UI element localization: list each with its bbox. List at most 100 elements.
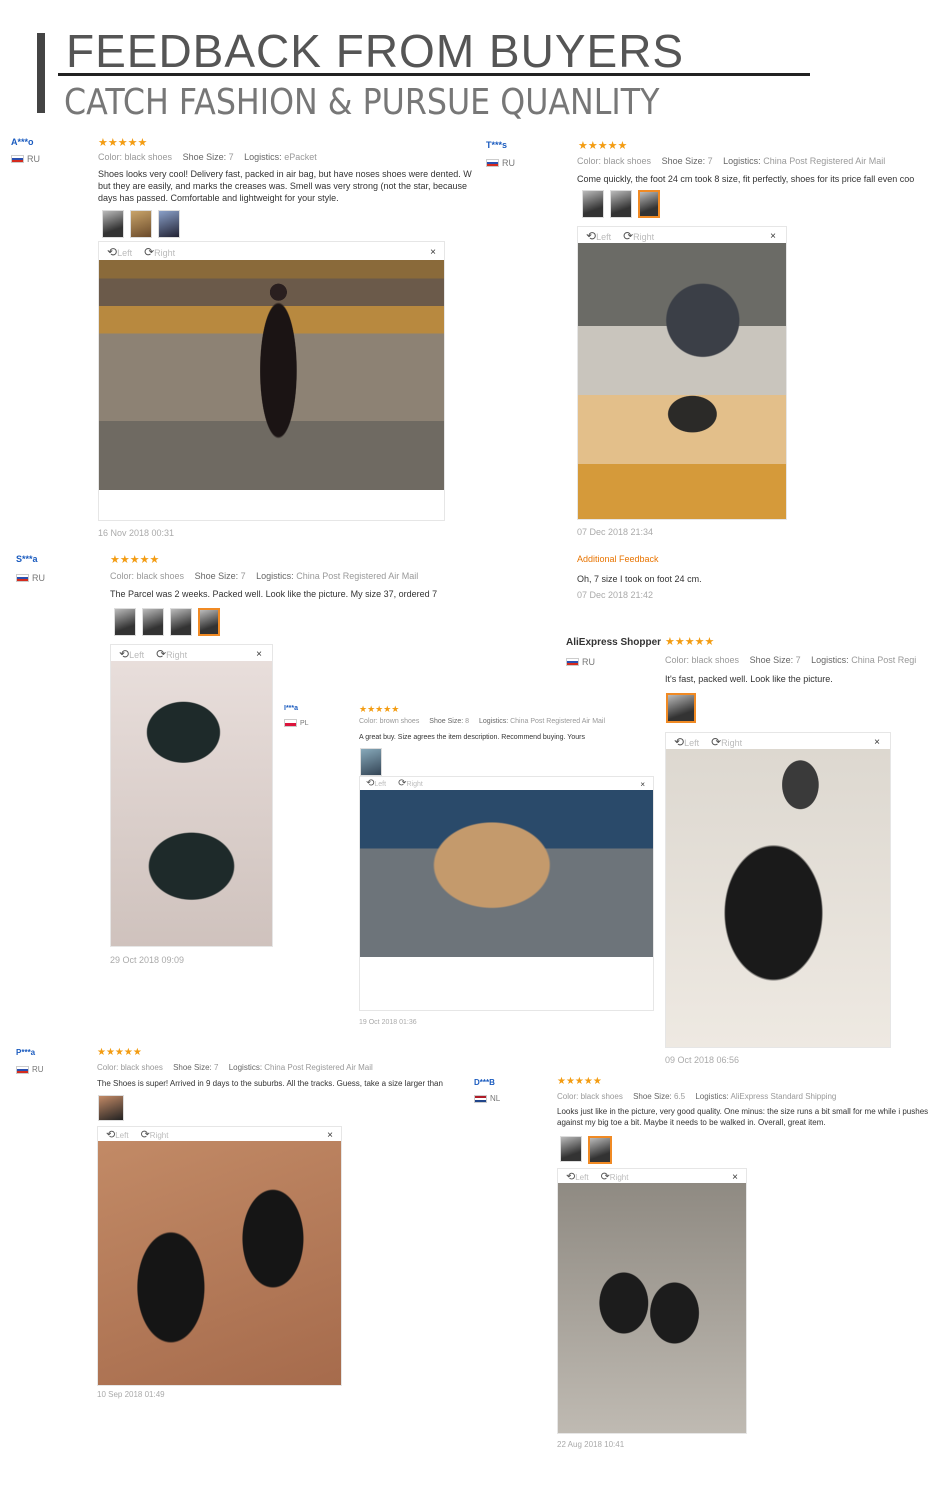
additional-feedback-label: Additional Feedback	[577, 554, 659, 564]
review-photo[interactable]	[98, 1141, 341, 1385]
review-date: 09 Oct 2018 06:56	[665, 1055, 740, 1065]
reviewer-name: D***B	[474, 1078, 495, 1087]
close-icon[interactable]: ×	[327, 1130, 333, 1141]
thumbnail[interactable]	[170, 608, 192, 636]
thumbnail-strip	[582, 190, 660, 218]
thumbnail-selected[interactable]	[198, 608, 220, 636]
rotate-left-button[interactable]: ⟲Left	[107, 245, 132, 259]
flag-ru-icon	[486, 159, 499, 167]
photo-viewer: ⟲Left ⟳Right ×	[110, 644, 273, 947]
photo-viewer: ⟲Left ⟳Right ×	[557, 1168, 747, 1434]
rotate-left-icon: ⟲	[674, 735, 685, 749]
close-icon[interactable]: ×	[256, 649, 262, 660]
rotate-right-button[interactable]: ⟳Right	[623, 229, 654, 243]
thumbnail[interactable]	[560, 1136, 582, 1162]
star-rating: ★★★★★	[359, 704, 400, 714]
rotate-right-button[interactable]: ⟳Right	[711, 735, 742, 749]
review-photo[interactable]	[360, 790, 653, 957]
thumbnail[interactable]	[360, 748, 382, 776]
reviewer-country: RU	[11, 154, 40, 164]
thumbnail[interactable]	[114, 608, 136, 636]
rotate-right-icon: ⟳	[711, 735, 722, 749]
rotate-left-button[interactable]: ⟲Left	[566, 1170, 589, 1183]
thumbnail-selected[interactable]	[638, 190, 660, 218]
rotate-controls: ⟲Left ⟳Right	[119, 647, 187, 661]
thumbnail[interactable]	[130, 210, 152, 238]
rotate-right-button[interactable]: ⟳Right	[144, 245, 175, 259]
rotate-right-icon: ⟳	[140, 1129, 150, 1141]
rotate-left-button[interactable]: ⟲Left	[106, 1128, 129, 1141]
review-date: 19 Oct 2018 01:36	[359, 1019, 417, 1026]
rotate-right-button[interactable]: ⟳Right	[601, 1170, 629, 1183]
close-icon[interactable]: ×	[640, 780, 645, 789]
flag-ru-icon	[16, 1065, 29, 1074]
rotate-left-icon: ⟲	[107, 245, 118, 259]
flag-ru-icon	[566, 658, 579, 666]
reviewer-country: PL	[284, 719, 309, 727]
reviewer-country: RU	[16, 1065, 44, 1074]
flag-ru-icon	[16, 574, 29, 582]
review-photo[interactable]	[666, 749, 890, 1047]
photo-viewer: ⟲Left ⟳Right ×	[577, 226, 787, 520]
review-photo[interactable]	[99, 260, 444, 490]
review-text: Looks just like in the picture, very goo…	[557, 1107, 929, 1127]
thumbnail[interactable]	[98, 1095, 124, 1121]
review-text: The Shoes is super! Arrived in 9 days to…	[97, 1079, 443, 1088]
review-meta: Color: black shoes Shoe Size: 7 Logistic…	[98, 152, 317, 162]
rotate-left-button[interactable]: ⟲Left	[366, 778, 386, 789]
rotate-controls: ⟲Left ⟳Right	[566, 1170, 628, 1183]
reviewer-name: S***a	[16, 554, 38, 564]
review-text: The Parcel was 2 weeks. Packed well. Loo…	[110, 589, 438, 599]
close-icon[interactable]: ×	[732, 1172, 738, 1183]
title-underline	[58, 73, 810, 76]
close-icon[interactable]: ×	[874, 737, 880, 748]
flag-nl-icon	[474, 1094, 487, 1103]
star-rating: ★★★★★	[665, 636, 715, 648]
rotate-controls: ⟲Left ⟳Right	[674, 735, 742, 749]
rotate-right-button[interactable]: ⟳Right	[156, 647, 187, 661]
star-rating: ★★★★★	[97, 1047, 142, 1058]
thumbnail-selected[interactable]	[666, 693, 696, 723]
review-meta: Color: black shoes Shoe Size: 6.5 Logist…	[557, 1092, 837, 1101]
close-icon[interactable]: ×	[770, 231, 776, 242]
reviewer-name: I***a	[284, 705, 299, 712]
thumbnail[interactable]	[158, 210, 180, 238]
thumbnail[interactable]	[142, 608, 164, 636]
rotate-left-button[interactable]: ⟲Left	[119, 647, 144, 661]
review-meta: Color: black shoes Shoe Size: 7 Logistic…	[110, 571, 419, 581]
reviewer-name: A***o	[11, 137, 34, 147]
rotate-left-button[interactable]: ⟲Left	[674, 735, 699, 749]
page-subtitle: CATCH FASHION & PURSUE QUANLITY	[64, 82, 660, 123]
review-meta: Color: black shoes Shoe Size: 7 Logistic…	[665, 655, 917, 665]
thumbnail[interactable]	[102, 210, 124, 238]
additional-feedback-text: Oh, 7 size I took on foot 24 cm.	[577, 574, 702, 584]
rotate-right-icon: ⟳	[156, 647, 167, 661]
rotate-right-button[interactable]: ⟳Right	[398, 778, 423, 789]
review-photo[interactable]	[578, 243, 786, 519]
photo-viewer: ⟲Left ⟳Right ×	[97, 1126, 342, 1386]
rotate-controls: ⟲Left ⟳Right	[366, 778, 423, 789]
review-photo[interactable]	[558, 1183, 746, 1433]
star-rating: ★★★★★	[98, 137, 148, 149]
close-icon[interactable]: ×	[430, 247, 436, 258]
review-text: A great buy. Size agrees the item descri…	[359, 734, 585, 741]
reviewer-country: RU	[16, 573, 45, 583]
thumbnail[interactable]	[610, 190, 632, 218]
rotate-right-icon: ⟳	[600, 1171, 610, 1183]
review-date: 16 Nov 2018 00:31	[98, 528, 175, 538]
rotate-right-button[interactable]: ⟳Right	[141, 1128, 169, 1141]
page-title: FEEDBACK FROM BUYERS	[66, 25, 685, 77]
flag-ru-icon	[11, 155, 24, 163]
rotate-controls: ⟲Left ⟳Right	[106, 1128, 168, 1141]
reviewer-name: AliExpress Shopper	[566, 637, 662, 648]
rotate-left-icon: ⟲	[586, 229, 597, 243]
rotate-left-icon: ⟲	[119, 647, 130, 661]
thumbnail-selected[interactable]	[588, 1136, 612, 1164]
rotate-left-icon: ⟲	[106, 1129, 116, 1141]
thumbnail[interactable]	[582, 190, 604, 218]
photo-viewer: ⟲Left ⟳Right ×	[98, 241, 445, 521]
review-photo[interactable]	[111, 661, 272, 946]
star-rating: ★★★★★	[557, 1076, 602, 1087]
rotate-left-button[interactable]: ⟲Left	[586, 229, 611, 243]
rotate-controls: ⟲Left ⟳Right	[107, 245, 175, 259]
